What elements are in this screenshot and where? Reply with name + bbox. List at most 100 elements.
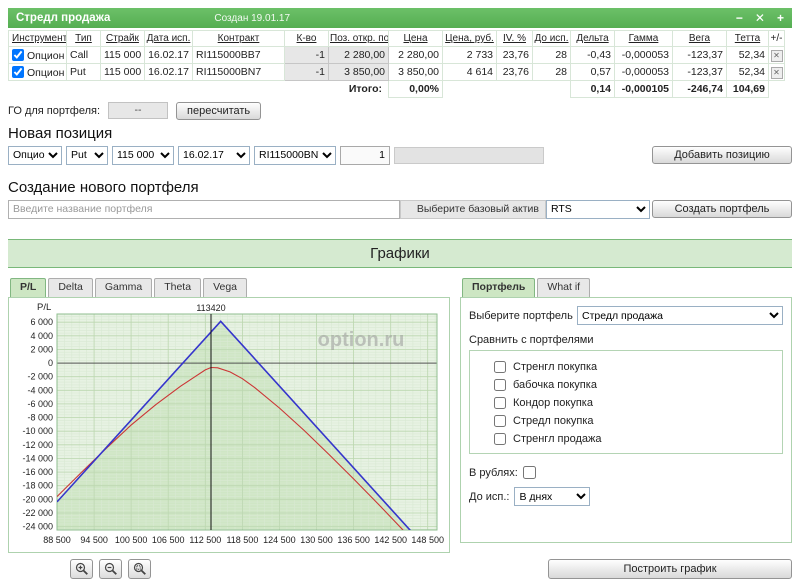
svg-text:118 500: 118 500 — [226, 535, 258, 545]
svg-text:88 500: 88 500 — [43, 535, 71, 545]
cell: 16.02.17 — [145, 64, 193, 81]
totals-label: Итого: — [9, 81, 389, 98]
compare-option-label: Стренгл продажа — [513, 433, 602, 445]
svg-text:-12 000: -12 000 — [22, 440, 53, 450]
cell: 115 000 — [101, 64, 145, 81]
app: Стредл продажа Создан 19.01.17 − ✕ + Инс… — [0, 0, 800, 582]
cell: Опцион — [9, 64, 67, 81]
totals-gamma: -0,000105 — [615, 81, 673, 98]
column-header[interactable]: Дельта — [571, 31, 615, 47]
new-portfolio-heading: Создание нового портфеля — [8, 179, 792, 196]
quantity-input[interactable] — [340, 146, 390, 165]
svg-text:-8 000: -8 000 — [27, 413, 53, 423]
column-header[interactable]: Тетта — [727, 31, 769, 47]
tab-theta[interactable]: Theta — [154, 278, 201, 297]
compare-checkbox[interactable] — [494, 361, 506, 373]
tab-gamma[interactable]: Gamma — [95, 278, 152, 297]
column-header[interactable]: Инструмент — [9, 31, 67, 47]
cell: 23,76 — [497, 47, 533, 64]
rubles-label: В рублях: — [469, 467, 518, 479]
compare-checkbox[interactable] — [494, 397, 506, 409]
zoom-selection-button[interactable] — [128, 559, 151, 579]
cell: RI115000BB7 — [193, 47, 285, 64]
compare-option[interactable]: Стренгл продажа — [470, 430, 782, 448]
cell: -0,000053 — [615, 47, 673, 64]
position-row: ОпционPut115 00016.02.17RI115000BN7-13 8… — [9, 64, 785, 81]
column-header[interactable]: Цена — [389, 31, 443, 47]
compare-checkbox[interactable] — [494, 415, 506, 427]
disabled-field — [394, 147, 544, 164]
option-type-select[interactable]: Put — [66, 146, 108, 165]
column-header[interactable]: Контракт — [193, 31, 285, 47]
cell: 3 850,00 — [329, 64, 389, 81]
tab-delta[interactable]: Delta — [48, 278, 93, 297]
portfolio-name-input[interactable] — [8, 200, 400, 219]
minimize-icon[interactable]: − — [736, 12, 743, 24]
cell: 16.02.17 — [145, 47, 193, 64]
column-header[interactable]: Тип — [67, 31, 101, 47]
position-enabled-checkbox[interactable] — [12, 66, 24, 78]
build-chart-button[interactable]: Построить график — [548, 559, 792, 579]
svg-text:-24 000: -24 000 — [22, 522, 53, 532]
portfolio-select[interactable]: Стредл продажа — [577, 306, 783, 325]
svg-text:-22 000: -22 000 — [22, 508, 53, 518]
compare-option[interactable]: Кондор покупка — [470, 394, 782, 412]
cell: ✕ — [769, 47, 785, 64]
cell: 28 — [533, 47, 571, 64]
close-icon[interactable]: ✕ — [755, 12, 765, 24]
instrument-label: Опцион — [27, 50, 64, 62]
cell: 2 280,00 — [329, 47, 389, 64]
column-header[interactable]: Страйк — [101, 31, 145, 47]
column-header[interactable]: Поз. откр. по — [329, 31, 389, 47]
tab-what-if[interactable]: What if — [537, 278, 590, 297]
remove-position-button[interactable]: ✕ — [771, 67, 783, 79]
days-select[interactable]: В днях — [514, 487, 590, 506]
cell: 52,34 — [727, 64, 769, 81]
strike-select[interactable]: 115 000 — [112, 146, 174, 165]
cell: 52,34 — [727, 47, 769, 64]
compare-checkbox[interactable] — [494, 433, 506, 445]
recalculate-button[interactable]: пересчитать — [176, 102, 261, 120]
base-asset-select[interactable]: RTS — [546, 200, 650, 219]
new-position-heading: Новая позиция — [8, 125, 792, 142]
compare-option[interactable]: бабочка покупка — [470, 376, 782, 394]
totals-vega: -246,74 — [673, 81, 727, 98]
add-icon[interactable]: + — [777, 12, 784, 24]
column-header[interactable]: Вега — [673, 31, 727, 47]
price-marker-label: 113420 — [196, 303, 225, 313]
tab-vega[interactable]: Vega — [203, 278, 247, 297]
column-header[interactable]: До исп. — [533, 31, 571, 47]
column-header[interactable]: Гамма — [615, 31, 673, 47]
svg-text:136 500: 136 500 — [337, 535, 370, 545]
column-header[interactable]: Цена, руб. — [443, 31, 497, 47]
compare-checkbox[interactable] — [494, 379, 506, 391]
compare-option[interactable]: Стредл покупка — [470, 412, 782, 430]
position-enabled-checkbox[interactable] — [12, 49, 24, 61]
zoom-in-button[interactable] — [70, 559, 93, 579]
column-header[interactable]: К-во — [285, 31, 329, 47]
pl-chart: option.ru1134206 0004 0002 0000-2 000-4 … — [11, 300, 445, 550]
instrument-select[interactable]: Опцион — [8, 146, 62, 165]
instrument-label: Опцион — [27, 67, 64, 79]
position-row: ОпционCall115 00016.02.17RI115000BB7-12 … — [9, 47, 785, 64]
compare-option[interactable]: Стренгл покупка — [470, 358, 782, 376]
expiration-select[interactable]: 16.02.17 — [178, 146, 250, 165]
created-date: Создан 19.01.17 — [214, 13, 290, 24]
contract-select[interactable]: RI115000BN7 — [254, 146, 336, 165]
totals-delta: 0,14 — [571, 81, 615, 98]
base-asset-label: Выберите базовый актив — [400, 200, 546, 219]
create-portfolio-button[interactable]: Создать портфель — [652, 200, 792, 218]
svg-text:-18 000: -18 000 — [22, 481, 53, 491]
go-label: ГО для портфеля: — [8, 105, 100, 117]
totals-theta: 104,69 — [727, 81, 769, 98]
tab-p-l[interactable]: P/L — [10, 278, 46, 297]
column-header[interactable]: IV. % — [497, 31, 533, 47]
tab-портфель[interactable]: Портфель — [462, 278, 535, 297]
column-header[interactable]: Дата исп. — [145, 31, 193, 47]
zoom-out-button[interactable] — [99, 559, 122, 579]
remove-position-button[interactable]: ✕ — [771, 50, 783, 62]
column-header: +/- — [769, 31, 785, 47]
rubles-checkbox[interactable] — [523, 466, 536, 479]
svg-text:-4 000: -4 000 — [27, 385, 53, 395]
add-position-button[interactable]: Добавить позицию — [652, 146, 792, 164]
